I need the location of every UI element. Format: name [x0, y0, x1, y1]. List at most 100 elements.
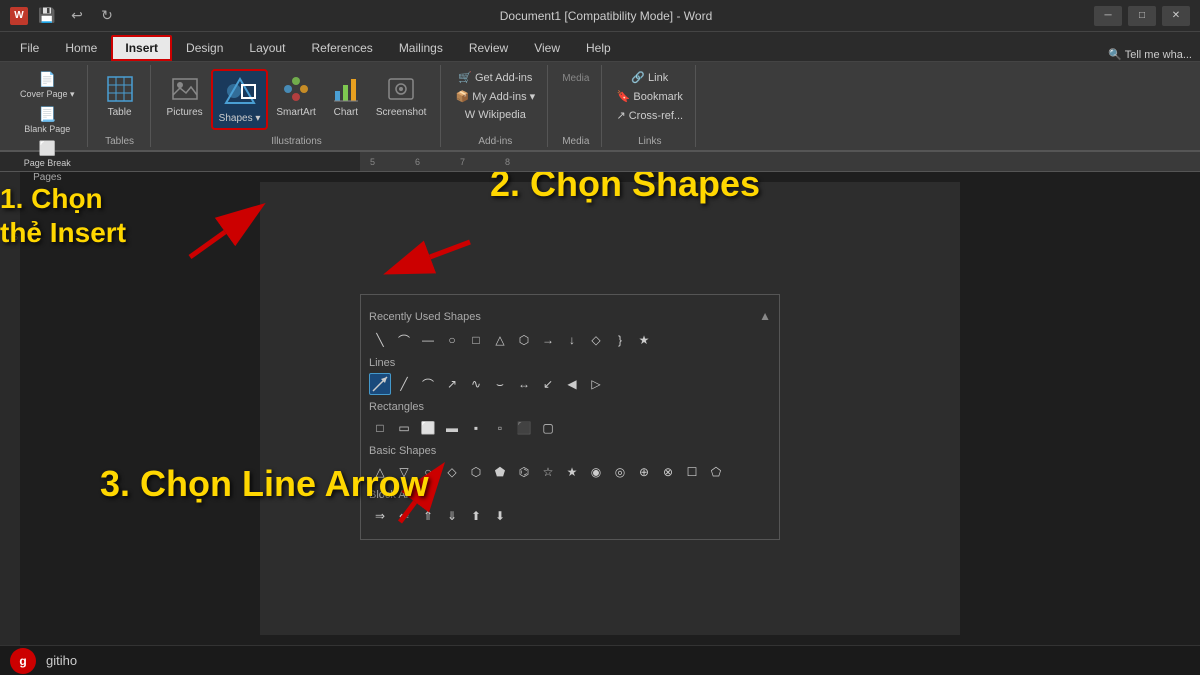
cover-page-button[interactable]: 📄 Cover Page ▾ — [16, 69, 79, 102]
shape-ba6[interactable]: ⬇ — [489, 505, 511, 527]
shape-line-arrow[interactable] — [369, 373, 391, 395]
add-ins-group-label: Add-ins — [478, 136, 512, 147]
rectangles-title: Rectangles — [369, 401, 771, 413]
shape-star[interactable]: ★ — [633, 329, 655, 351]
shape-bs4[interactable]: ◇ — [441, 461, 463, 483]
cross-ref-label: ↗ Cross-ref... — [616, 109, 683, 122]
shape-elbow[interactable]: ↙ — [537, 373, 559, 395]
blank-page-label: Blank Page — [24, 124, 70, 134]
shape-line[interactable]: ― — [417, 329, 439, 351]
shape-hex[interactable]: ⬡ — [513, 329, 535, 351]
tab-mailings[interactable]: Mailings — [387, 35, 455, 61]
gitiho-logo: g — [10, 648, 36, 674]
shape-rect6[interactable]: ▫ — [489, 417, 511, 439]
shape-ba3[interactable]: ⇑ — [417, 505, 439, 527]
shape-ba1[interactable]: ⇒ — [369, 505, 391, 527]
bookmark-button[interactable]: 🔖 Bookmark — [612, 88, 687, 105]
shape-bs12[interactable]: ⊕ — [633, 461, 655, 483]
table-button[interactable]: Table — [98, 69, 142, 122]
shape-bs15[interactable]: ⬠ — [705, 461, 727, 483]
shape-square[interactable]: □ — [465, 329, 487, 351]
shape-bs11[interactable]: ◎ — [609, 461, 631, 483]
redo-button[interactable]: ↻ — [96, 5, 118, 27]
pages-group: 📄 Cover Page ▾ 📃 Blank Page ⬜ Page Break… — [8, 65, 88, 147]
table-icon — [104, 73, 136, 105]
minimize-button[interactable]: ─ — [1094, 6, 1122, 26]
recently-used-title: Recently Used Shapes — [369, 311, 481, 323]
shape-rect4[interactable]: ▬ — [441, 417, 463, 439]
tab-design[interactable]: Design — [174, 35, 235, 61]
media-group-label: Media — [562, 136, 589, 147]
shape-bs14[interactable]: ☐ — [681, 461, 703, 483]
shape-bs3[interactable]: ○ — [417, 461, 439, 483]
my-add-ins-button[interactable]: 📦 My Add-ins ▾ — [451, 88, 539, 105]
tab-home[interactable]: Home — [53, 35, 109, 61]
tab-view[interactable]: View — [522, 35, 572, 61]
shape-bs9[interactable]: ★ — [561, 461, 583, 483]
shape-rect7[interactable]: ⬛ — [513, 417, 535, 439]
tab-references[interactable]: References — [299, 35, 384, 61]
shapes-button[interactable]: Shapes ▾ — [211, 69, 269, 130]
shape-diamond[interactable]: ◇ — [585, 329, 607, 351]
shape-wave[interactable]: ∿ — [465, 373, 487, 395]
shape-ba2[interactable]: ⇐ — [393, 505, 415, 527]
tab-help[interactable]: Help — [574, 35, 623, 61]
ribbon-tabs: File Home Insert Design Layout Reference… — [0, 32, 1200, 62]
shape-line-2[interactable]: ╱ — [393, 373, 415, 395]
shape-curve1[interactable]: ⌒ — [393, 329, 415, 351]
shape-double-arrow[interactable]: ↔ — [513, 373, 535, 395]
page-break-button[interactable]: ⬜ Page Break — [16, 138, 79, 170]
smartart-button[interactable]: SmartArt — [270, 69, 321, 122]
chart-button[interactable]: Chart — [324, 69, 368, 122]
tab-insert[interactable]: Insert — [111, 35, 172, 61]
screenshot-button[interactable]: Screenshot — [370, 69, 433, 122]
shape-rect3[interactable]: ⬜ — [417, 417, 439, 439]
maximize-button[interactable]: □ — [1128, 6, 1156, 26]
media-group: Media Media — [550, 65, 602, 147]
close-button[interactable]: ✕ — [1162, 6, 1190, 26]
shape-ba5[interactable]: ⬆ — [465, 505, 487, 527]
shape-rect1[interactable]: □ — [369, 417, 391, 439]
get-add-ins-button[interactable]: 🛒 Get Add-ins — [451, 69, 539, 86]
page-break-label: Page Break — [24, 158, 71, 168]
shape-diagonal[interactable]: ╲ — [369, 329, 391, 351]
shape-bs1[interactable]: △ — [369, 461, 391, 483]
shape-rect2[interactable]: ▭ — [393, 417, 415, 439]
link-button[interactable]: 🔗 Link — [612, 69, 687, 86]
shape-freeform[interactable]: ◀ — [561, 373, 583, 395]
window-controls: ─ □ ✕ — [1094, 6, 1190, 26]
shape-zigzag[interactable]: ↗ — [441, 373, 463, 395]
cross-ref-button[interactable]: ↗ Cross-ref... — [612, 107, 687, 124]
shape-bs6[interactable]: ⬟ — [489, 461, 511, 483]
shape-bs5[interactable]: ⬡ — [465, 461, 487, 483]
collapse-icon[interactable]: ▲ — [759, 309, 771, 323]
shape-rect5[interactable]: ▪ — [465, 417, 487, 439]
shape-curly[interactable]: } — [609, 329, 631, 351]
tab-file[interactable]: File — [8, 35, 51, 61]
lines-shapes: ╱ ⌒ ↗ ∿ ⌣ ↔ ↙ ◀ ▷ — [369, 373, 771, 395]
shape-right-arrow[interactable]: → — [537, 329, 559, 351]
tab-layout[interactable]: Layout — [237, 35, 297, 61]
shape-bs8[interactable]: ☆ — [537, 461, 559, 483]
save-button[interactable]: 💾 — [36, 5, 58, 27]
shape-bs10[interactable]: ◉ — [585, 461, 607, 483]
shape-arc[interactable]: ⌣ — [489, 373, 511, 395]
title-bar-left: W 💾 ↩ ↻ — [10, 5, 118, 27]
screenshot-label: Screenshot — [376, 107, 427, 118]
shape-rounded[interactable]: ▢ — [537, 417, 559, 439]
shape-down-arrow[interactable]: ↓ — [561, 329, 583, 351]
shape-bs2[interactable]: ▽ — [393, 461, 415, 483]
tab-review[interactable]: Review — [457, 35, 520, 61]
illustrations-group: Pictures Shapes ▾ — [153, 65, 442, 147]
pictures-button[interactable]: Pictures — [161, 69, 209, 122]
shape-bs7[interactable]: ⌬ — [513, 461, 535, 483]
shape-scribble[interactable]: ▷ — [585, 373, 607, 395]
shape-triangle[interactable]: △ — [489, 329, 511, 351]
shape-circle[interactable]: ○ — [441, 329, 463, 351]
undo-button[interactable]: ↩ — [66, 5, 88, 27]
shape-ba4[interactable]: ⇓ — [441, 505, 463, 527]
shape-bs13[interactable]: ⊗ — [657, 461, 679, 483]
shape-curve2[interactable]: ⌒ — [417, 373, 439, 395]
wikipedia-button[interactable]: W Wikipedia — [451, 107, 539, 123]
blank-page-button[interactable]: 📃 Blank Page — [16, 104, 79, 136]
